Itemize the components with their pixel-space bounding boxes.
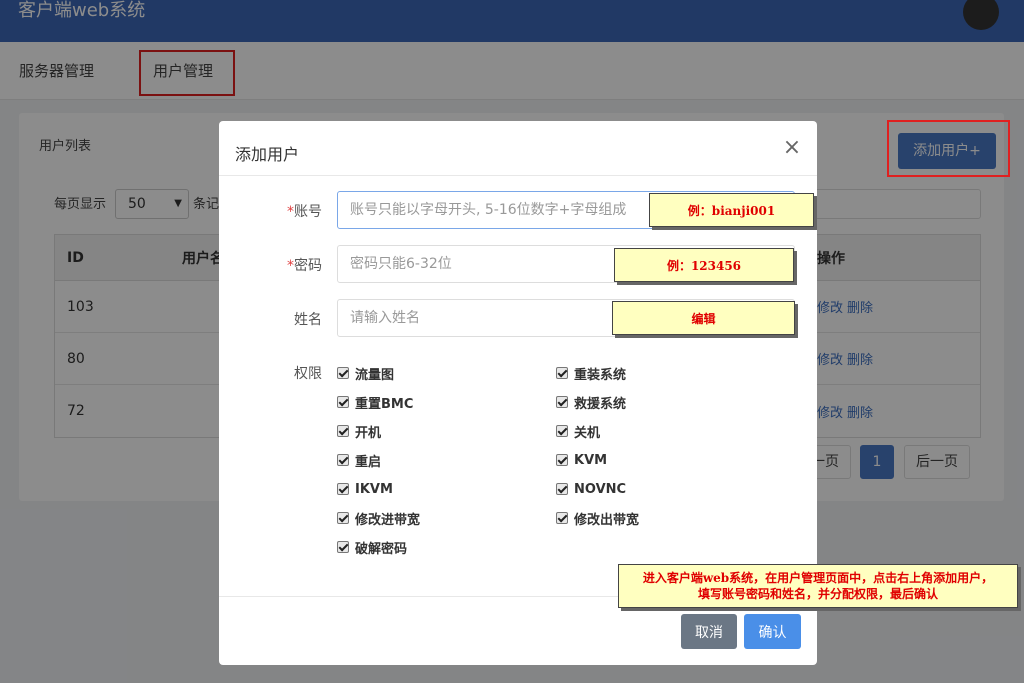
- permission-reinstall-system[interactable]: 重装系统: [556, 364, 627, 383]
- checkbox-checked-icon[interactable]: [337, 425, 349, 437]
- note-instructions: 进入客户端web系统，在用户管理页面中，点击右上角添加用户， 填写账号密码和姓名…: [618, 564, 1018, 608]
- permission-label: 修改出带宽: [574, 512, 640, 528]
- required-mark: *: [287, 204, 294, 220]
- account-label: *账号: [262, 201, 322, 221]
- checkbox-checked-icon[interactable]: [556, 396, 568, 408]
- checkbox-checked-icon[interactable]: [556, 367, 568, 379]
- permissions-label: 权限: [294, 366, 322, 382]
- note-instructions-line2: 填写账号密码和姓名，并分配权限，最后确认: [697, 587, 938, 601]
- permission-novnc[interactable]: NOVNC: [556, 480, 626, 498]
- permission-label: 开机: [355, 425, 382, 441]
- cancel-button[interactable]: 取消: [681, 614, 737, 649]
- modal-title: 添加用户: [235, 145, 300, 164]
- checkbox-checked-icon[interactable]: [337, 367, 349, 379]
- checkbox-checked-icon[interactable]: [337, 454, 349, 466]
- password-label: *密码: [262, 255, 322, 275]
- permission-inbound-bandwidth[interactable]: 修改进带宽: [337, 509, 421, 528]
- note-password-example: 例：123456: [614, 248, 794, 282]
- permission-label: 流量图: [355, 367, 395, 383]
- permission-label: 救援系统: [574, 396, 627, 412]
- checkbox-checked-icon[interactable]: [556, 425, 568, 437]
- permission-rescue-system[interactable]: 救援系统: [556, 393, 627, 412]
- permission-ikvm[interactable]: IKVM: [337, 480, 393, 498]
- checkbox-checked-icon[interactable]: [337, 512, 349, 524]
- checkbox-checked-icon[interactable]: [556, 454, 568, 466]
- permission-label: 修改进带宽: [355, 512, 421, 528]
- permission-label: 关机: [574, 425, 601, 441]
- permission-label: 重装系统: [574, 367, 627, 383]
- checkbox-checked-icon[interactable]: [556, 512, 568, 524]
- permission-outbound-bandwidth[interactable]: 修改出带宽: [556, 509, 640, 528]
- checkbox-checked-icon[interactable]: [337, 483, 349, 495]
- note-instructions-line1: 进入客户端web系统，在用户管理页面中，点击右上角添加用户，: [642, 571, 994, 585]
- fullname-label: 姓名: [294, 312, 322, 328]
- checkbox-checked-icon[interactable]: [337, 396, 349, 408]
- permission-traffic-chart[interactable]: 流量图: [337, 364, 395, 383]
- permission-label: 破解密码: [355, 541, 408, 557]
- modal-header-divider: [219, 175, 817, 176]
- permission-power-on[interactable]: 开机: [337, 422, 382, 441]
- note-name-edit: 编辑: [612, 301, 795, 335]
- permission-label: IKVM: [355, 481, 393, 497]
- checkbox-checked-icon[interactable]: [556, 483, 568, 495]
- required-mark: *: [287, 258, 294, 274]
- permission-label: 重启: [355, 454, 382, 470]
- close-icon[interactable]: ×: [781, 135, 803, 161]
- permission-reboot[interactable]: 重启: [337, 451, 382, 470]
- note-account-example: 例：bianji001: [649, 193, 814, 227]
- password-label-text: 密码: [294, 258, 322, 274]
- permission-crack-password[interactable]: 破解密码: [337, 538, 408, 557]
- permission-label: NOVNC: [574, 481, 627, 497]
- checkbox-checked-icon[interactable]: [337, 541, 349, 553]
- permission-label: 重置BMC: [355, 396, 414, 412]
- permission-kvm[interactable]: KVM: [556, 451, 607, 469]
- permission-reset-bmc[interactable]: 重置BMC: [337, 393, 414, 412]
- permission-power-off[interactable]: 关机: [556, 422, 601, 441]
- permission-label: KVM: [574, 452, 608, 468]
- confirm-button[interactable]: 确认: [744, 614, 801, 649]
- account-label-text: 账号: [294, 204, 322, 220]
